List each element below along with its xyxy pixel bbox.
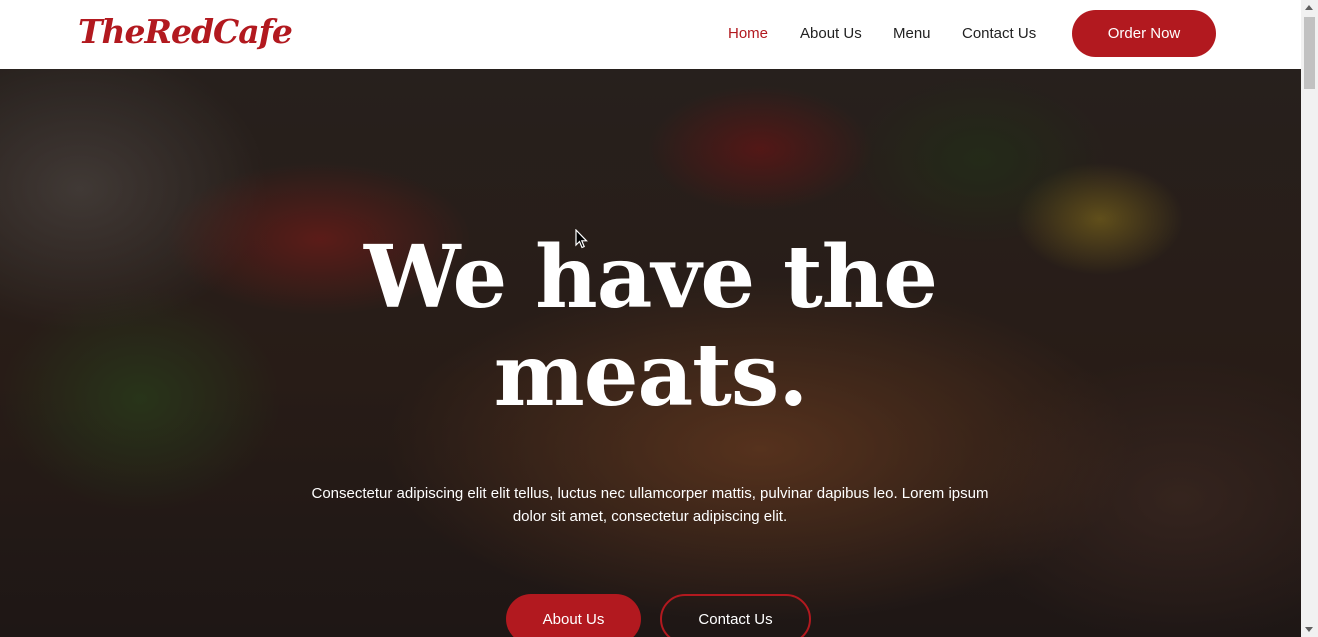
hero-title-line-2: meats. (493, 325, 809, 426)
hero-about-us-button[interactable]: About Us (506, 594, 641, 637)
scrollbar-thumb[interactable] (1304, 17, 1315, 89)
hero-contact-us-button[interactable]: Contact Us (660, 594, 811, 637)
nav-item-contact-us[interactable]: Contact Us (962, 24, 1036, 44)
chevron-down-icon[interactable] (1305, 627, 1313, 632)
hero-title-line-1: We have the (363, 227, 938, 328)
hero-description: Consectetur adipiscing elit elit tellus,… (311, 485, 989, 525)
nav-item-home[interactable]: Home (728, 24, 768, 44)
chevron-up-icon[interactable] (1305, 5, 1313, 10)
site-header: TheRedCafe Home About Us Menu Contact Us… (0, 0, 1301, 69)
order-now-button[interactable]: Order Now (1072, 10, 1216, 57)
page-scrollbar[interactable] (1301, 0, 1318, 637)
nav-item-about-us[interactable]: About Us (800, 24, 862, 44)
hero-section: We have the meats. Consectetur adipiscin… (0, 69, 1301, 637)
nav-item-menu[interactable]: Menu (893, 24, 931, 44)
hero-title: We have the meats. (0, 229, 1301, 425)
